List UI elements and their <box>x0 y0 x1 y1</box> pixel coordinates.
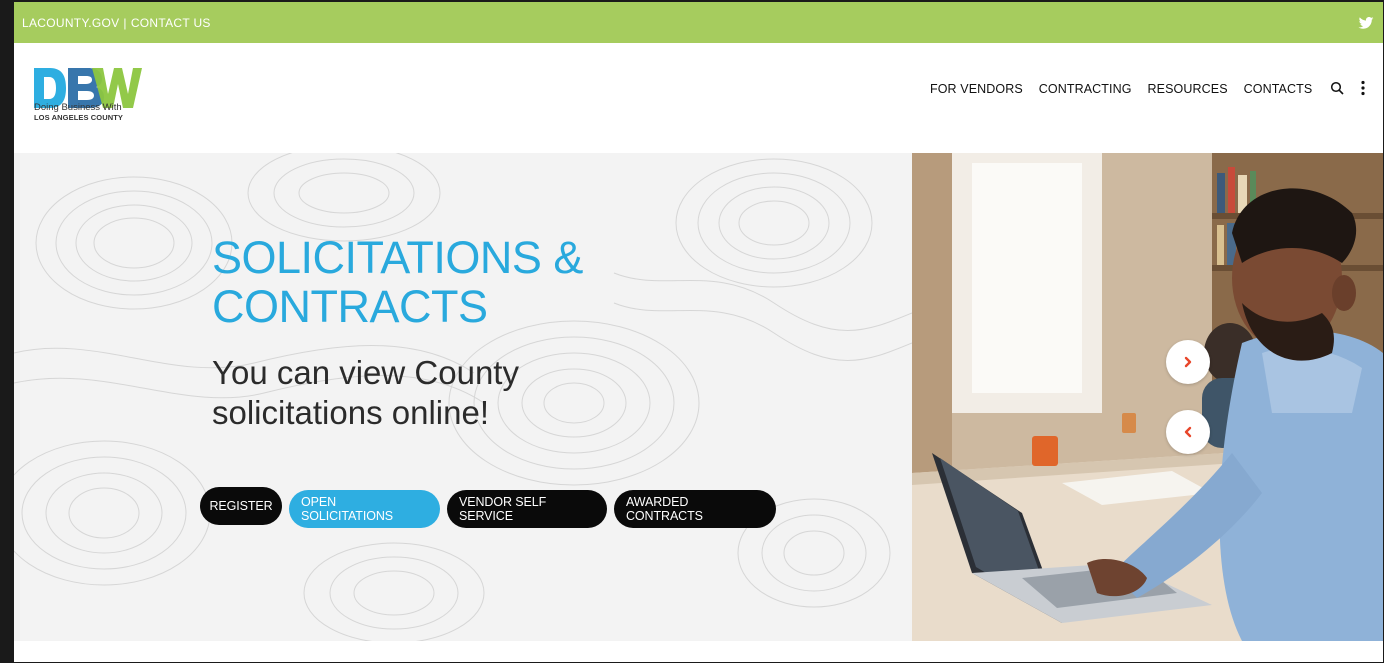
more-vertical-icon[interactable] <box>1360 80 1366 96</box>
slider-prev-button[interactable] <box>1166 410 1210 454</box>
hero-title-line1: SOLICITATIONS & <box>212 232 583 283</box>
hero-photo <box>912 153 1383 641</box>
open-solicitations-button[interactable]: OPEN SOLICITATIONS <box>289 490 440 528</box>
nav-for-vendors[interactable]: FOR VENDORS <box>930 82 1023 96</box>
logo-caption: Doing Business With LOS ANGELES COUNTY <box>34 103 123 123</box>
site-header: Doing Business With LOS ANGELES COUNTY F… <box>14 43 1383 153</box>
nav-contracting[interactable]: CONTRACTING <box>1039 82 1132 96</box>
lacounty-link[interactable]: LACOUNTY.GOV <box>22 16 119 30</box>
hero-section: SOLICITATIONS & CONTRACTS You can view C… <box>14 153 912 641</box>
hero-subtitle: You can view County solicitations online… <box>212 353 692 433</box>
awarded-contracts-button[interactable]: AWARDED CONTRACTS <box>614 490 776 528</box>
hero-subtitle-line2: solicitations online! <box>212 394 489 431</box>
vendor-self-service-button[interactable]: VENDOR SELF SERVICE <box>447 490 607 528</box>
utility-separator: | <box>123 15 127 30</box>
twitter-icon[interactable] <box>1357 14 1375 32</box>
slider-next-button[interactable] <box>1166 340 1210 384</box>
logo-line2: LOS ANGELES COUNTY <box>34 113 124 122</box>
hero-subtitle-line1: You can view County <box>212 354 519 391</box>
nav-icons <box>1330 80 1366 96</box>
top-bar: LACOUNTY.GOV | CONTACT US <box>14 2 1383 43</box>
nav-resources[interactable]: RESOURCES <box>1148 82 1228 96</box>
chevron-right-icon <box>1184 356 1192 368</box>
chevron-left-icon <box>1184 426 1192 438</box>
logo-line1: Doing Business With <box>34 102 122 113</box>
hero-buttons: REGISTER OPEN SOLICITATIONS VENDOR SELF … <box>200 487 783 528</box>
contact-us-link[interactable]: CONTACT US <box>131 16 211 30</box>
hero-title-line2: CONTRACTS <box>212 281 488 332</box>
search-icon[interactable] <box>1330 81 1344 95</box>
register-button[interactable]: REGISTER <box>200 487 282 525</box>
nav-contacts[interactable]: CONTACTS <box>1244 82 1313 96</box>
hero-title: SOLICITATIONS & CONTRACTS <box>212 233 712 331</box>
main-nav: FOR VENDORS CONTRACTING RESOURCES CONTAC… <box>930 82 1328 96</box>
utility-links: LACOUNTY.GOV | CONTACT US <box>22 16 211 30</box>
office-photo-image <box>912 153 1383 641</box>
